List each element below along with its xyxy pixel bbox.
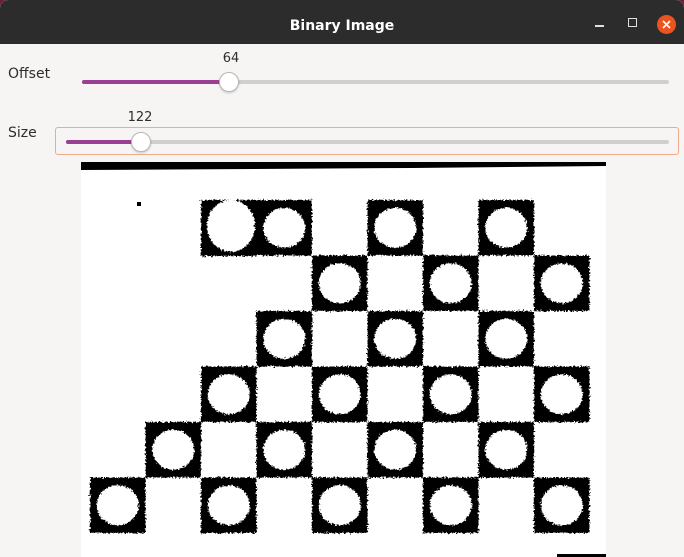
binary-image xyxy=(81,162,606,557)
board-piece xyxy=(374,207,417,248)
close-icon[interactable] xyxy=(657,15,676,34)
board-piece xyxy=(318,374,361,415)
board-piece xyxy=(374,318,417,359)
size-slider-fill xyxy=(66,140,142,144)
window-title: Binary Image xyxy=(289,18,395,34)
board-piece xyxy=(485,429,528,470)
board-piece xyxy=(207,485,250,526)
board-piece xyxy=(540,263,583,304)
board-piece xyxy=(207,200,255,252)
board-piece xyxy=(152,429,195,470)
board-piece xyxy=(318,263,361,304)
size-value: 122 xyxy=(127,110,153,125)
board-piece xyxy=(429,263,472,304)
board-piece xyxy=(485,318,528,359)
board-piece xyxy=(540,374,583,415)
board-piece xyxy=(318,485,361,526)
offset-slider-fill xyxy=(82,80,229,84)
offset-label: Offset xyxy=(8,66,51,82)
offset-slider-handle[interactable] xyxy=(218,72,239,92)
offset-value: 64 xyxy=(222,51,240,66)
board-piece xyxy=(263,207,306,248)
board-piece xyxy=(263,429,306,470)
board-piece xyxy=(429,374,472,415)
board-piece xyxy=(374,429,417,470)
minimize-icon[interactable] xyxy=(593,15,607,29)
maximize-icon[interactable] xyxy=(626,15,640,29)
offset-slider-trough[interactable] xyxy=(82,80,669,84)
binary-image-canvas xyxy=(81,162,606,557)
board-piece xyxy=(540,485,583,526)
size-slider-trough[interactable] xyxy=(66,140,669,144)
board-piece xyxy=(263,318,306,359)
app-window: Binary Image Offset 64 Size 122 xyxy=(0,0,684,557)
board-piece xyxy=(485,207,528,248)
size-label: Size xyxy=(8,125,37,141)
board-piece xyxy=(207,374,250,415)
board-piece xyxy=(429,485,472,526)
board-piece xyxy=(96,485,139,526)
title-bar[interactable]: Binary Image xyxy=(0,0,684,44)
close-glyph xyxy=(662,20,671,29)
